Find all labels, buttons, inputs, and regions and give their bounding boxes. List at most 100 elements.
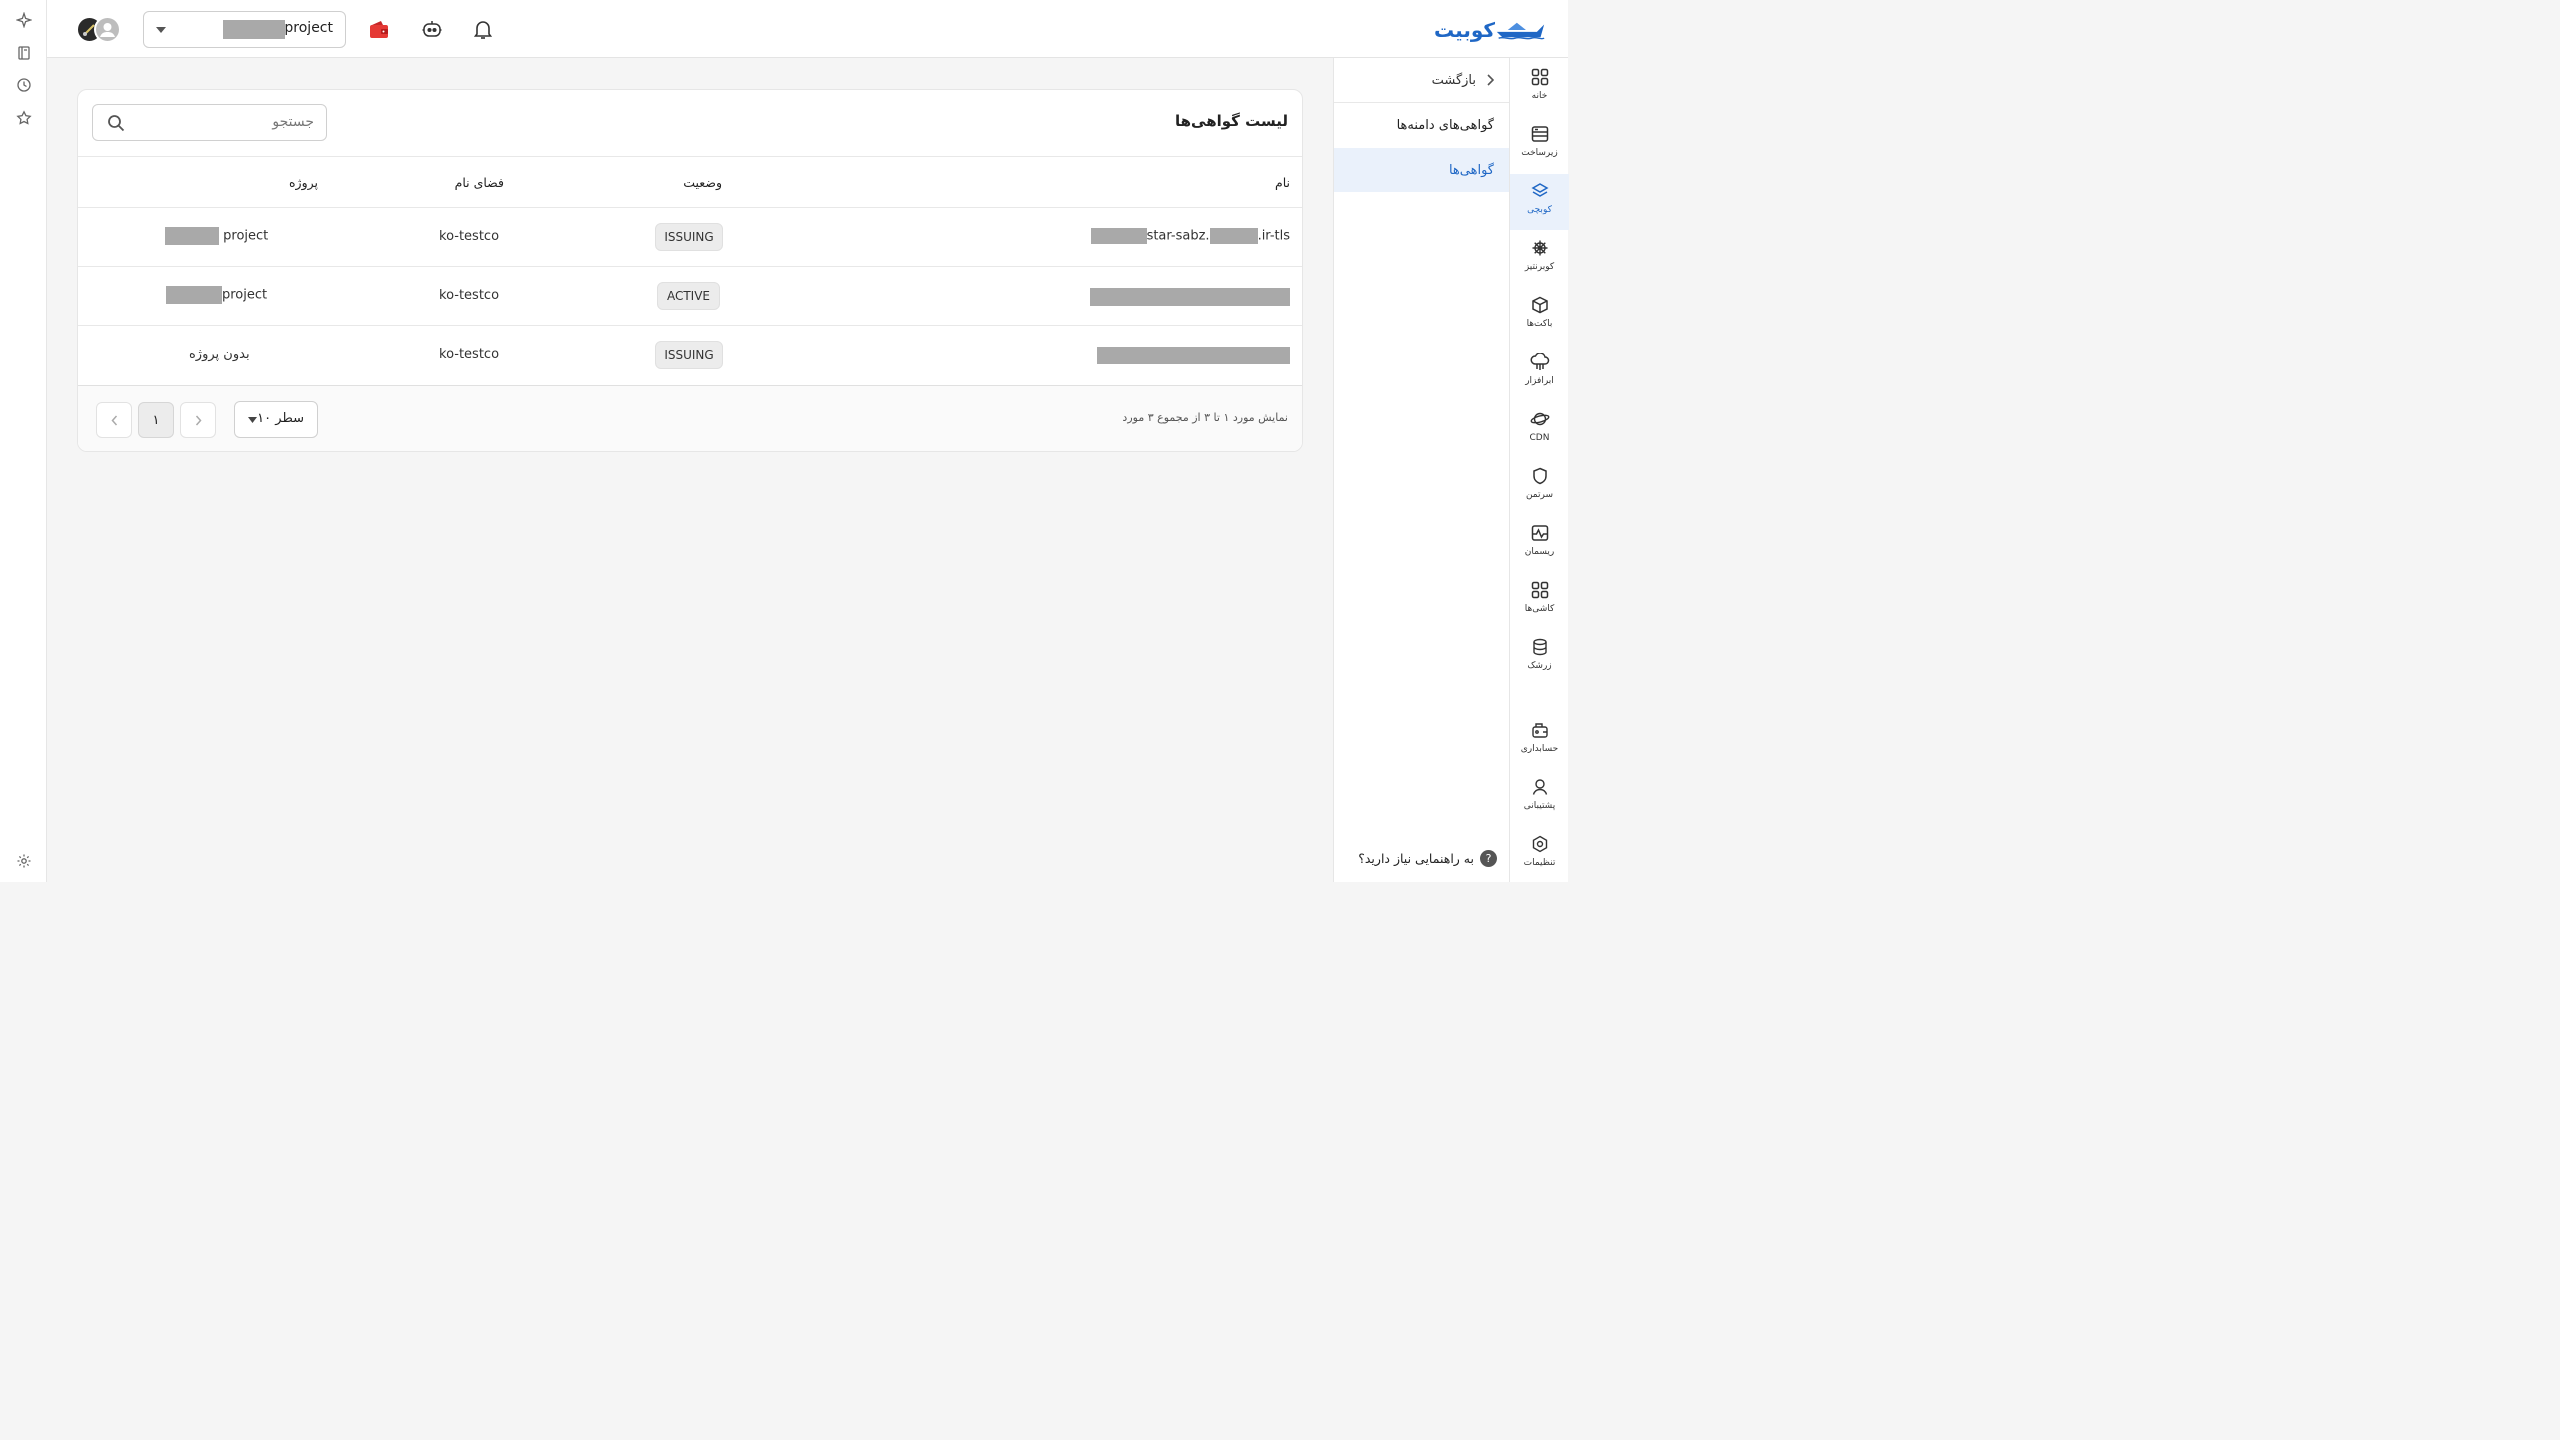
rail-item-label: کوبرنتیز bbox=[1524, 262, 1555, 272]
star-icon[interactable] bbox=[14, 108, 34, 128]
search-placeholder: جستجو bbox=[272, 114, 314, 130]
box-icon bbox=[1529, 294, 1551, 316]
cloud-app-icon bbox=[1529, 351, 1551, 373]
rail-item-label: زیرساخت bbox=[1521, 148, 1558, 158]
bell-icon[interactable] bbox=[471, 17, 495, 41]
main-rail: خانه زیرساخت کوبچی کوبرنتیز باکت‌ها ابرا… bbox=[1509, 58, 1569, 883]
rail-item-home[interactable]: خانه bbox=[1510, 60, 1569, 116]
project-label: project bbox=[222, 287, 268, 303]
settings-icon bbox=[1529, 833, 1551, 855]
page-title: لیست گواهی‌ها bbox=[1175, 112, 1288, 130]
robot-assistant-icon[interactable] bbox=[420, 17, 444, 41]
help-label: به راهنمایی نیاز دارید؟ bbox=[1358, 850, 1474, 866]
status-badge: ACTIVE bbox=[657, 282, 720, 310]
top-bar: project کوبیت bbox=[47, 0, 1568, 58]
secondary-nav: بازگشت گواهی‌های دامنه‌ها گواهی‌ها به را… bbox=[1333, 58, 1509, 882]
support-icon bbox=[1529, 776, 1551, 798]
redacted-text bbox=[1209, 228, 1258, 244]
gear-icon[interactable] bbox=[14, 851, 34, 871]
redacted-text bbox=[166, 286, 222, 304]
rail-item-label: ریسمان bbox=[1524, 547, 1555, 557]
redacted-text bbox=[1097, 347, 1290, 364]
page-size-value: ۱۰ سطر bbox=[257, 411, 304, 426]
status-badge: ISSUING bbox=[655, 223, 723, 251]
table-row[interactable]: ACTIVE ko-testco project bbox=[78, 266, 1302, 325]
column-header-name: نام bbox=[1274, 175, 1290, 190]
avatar-group[interactable] bbox=[76, 16, 124, 43]
rail-item-label: سرتمن bbox=[1525, 490, 1554, 500]
cert-name: star-sabz. .ir-tls bbox=[1090, 228, 1290, 244]
page-size-select[interactable]: ۱۰ سطر bbox=[234, 401, 318, 438]
help-link[interactable]: به راهنمایی نیاز دارید؟ ? bbox=[1352, 847, 1497, 869]
shield-icon bbox=[1529, 465, 1551, 487]
pulse-icon bbox=[1529, 522, 1551, 544]
rail-item-cloud-apps[interactable]: ابرافزار bbox=[1510, 345, 1569, 401]
namespace-cell: ko-testco bbox=[439, 229, 500, 244]
next-page-button[interactable] bbox=[96, 402, 132, 438]
rail-item-tiles[interactable]: کاشی‌ها bbox=[1510, 573, 1569, 629]
rail-item-accounting[interactable]: حسابداری bbox=[1510, 713, 1569, 769]
rail-item-sertman[interactable]: سرتمن bbox=[1510, 459, 1569, 515]
rail-item-zereshk[interactable]: زرشک bbox=[1510, 630, 1569, 686]
question-icon: ? bbox=[1480, 849, 1497, 867]
page-number-button[interactable]: ۱ bbox=[138, 402, 174, 438]
project-label: project bbox=[223, 228, 269, 244]
certificates-card: لیست گواهی‌ها جستجو نام وضعیت فضای نام پ… bbox=[77, 89, 1303, 452]
rail-item-risman[interactable]: ریسمان bbox=[1510, 516, 1569, 572]
back-link[interactable]: بازگشت bbox=[1334, 58, 1509, 103]
chevron-right-icon bbox=[1486, 74, 1494, 86]
table-header: نام وضعیت فضای نام پروژه bbox=[78, 156, 1302, 208]
table-row[interactable]: ISSUING ko-testco بدون پروژه bbox=[78, 325, 1302, 384]
database-icon bbox=[1529, 636, 1551, 658]
name-segment: star-sabz. bbox=[1146, 228, 1210, 244]
project-cell: بدون پروژه bbox=[189, 347, 250, 362]
redacted-text bbox=[1090, 228, 1147, 244]
table-row[interactable]: star-sabz. .ir-tls ISSUING ko-testco proj… bbox=[78, 207, 1302, 266]
rail-item-label: تنظیمات bbox=[1523, 858, 1556, 868]
subnav-item-label: گواهی‌های دامنه‌ها bbox=[1396, 118, 1494, 133]
logo[interactable]: کوبیت bbox=[1434, 15, 1546, 45]
subnav-item-certificates[interactable]: گواهی‌ها bbox=[1334, 148, 1509, 192]
project-select-value: project bbox=[284, 20, 333, 36]
rail-item-label: زرشک bbox=[1527, 661, 1552, 671]
server-icon bbox=[1529, 123, 1551, 145]
rail-item-label: پشتیبانی bbox=[1523, 801, 1556, 811]
project-cell: project bbox=[165, 227, 268, 245]
tool-strip bbox=[0, 0, 47, 882]
back-label: بازگشت bbox=[1431, 72, 1476, 88]
rail-item-label: خانه bbox=[1531, 91, 1548, 101]
rail-item-kubernetes[interactable]: کوبرنتیز bbox=[1510, 231, 1569, 287]
project-cell: project bbox=[166, 286, 267, 304]
user-avatar-icon bbox=[94, 16, 121, 43]
rail-item-label: باکت‌ها bbox=[1526, 319, 1553, 329]
rail-item-infrastructure[interactable]: زیرساخت bbox=[1510, 117, 1569, 173]
rail-item-cdn[interactable]: CDN bbox=[1510, 402, 1569, 458]
prev-page-button[interactable] bbox=[180, 402, 216, 438]
logo-text: کوبیت bbox=[1434, 18, 1496, 42]
chevron-right-icon bbox=[195, 415, 202, 426]
accounting-icon bbox=[1529, 719, 1551, 741]
helm-icon bbox=[1529, 237, 1551, 259]
wallet-icon[interactable] bbox=[367, 17, 391, 41]
clock-icon[interactable] bbox=[14, 75, 34, 95]
rail-item-support[interactable]: پشتیبانی bbox=[1510, 770, 1569, 826]
chevron-left-icon bbox=[110, 415, 118, 426]
project-select[interactable]: project bbox=[143, 11, 346, 48]
rail-item-kubchi[interactable]: کوبچی bbox=[1510, 174, 1569, 230]
status-badge: ISSUING bbox=[655, 341, 723, 369]
tiles-icon bbox=[1529, 579, 1551, 601]
redacted-text bbox=[223, 20, 285, 39]
rail-item-buckets[interactable]: باکت‌ها bbox=[1510, 288, 1569, 344]
column-header-status: وضعیت bbox=[683, 175, 722, 190]
sparkle-icon[interactable] bbox=[14, 10, 34, 30]
rail-item-label: ابرافزار bbox=[1525, 376, 1554, 386]
rail-item-settings[interactable]: تنظیمات bbox=[1510, 827, 1569, 883]
redacted-text bbox=[165, 227, 219, 245]
book-icon[interactable] bbox=[14, 43, 34, 63]
boat-logo-icon bbox=[1496, 22, 1545, 40]
subnav-item-domain-certificates[interactable]: گواهی‌های دامنه‌ها bbox=[1334, 103, 1509, 148]
caret-down-icon bbox=[248, 417, 257, 423]
search-input[interactable]: جستجو bbox=[92, 104, 327, 141]
column-header-namespace: فضای نام bbox=[454, 175, 504, 190]
column-header-project: پروژه bbox=[289, 175, 318, 190]
